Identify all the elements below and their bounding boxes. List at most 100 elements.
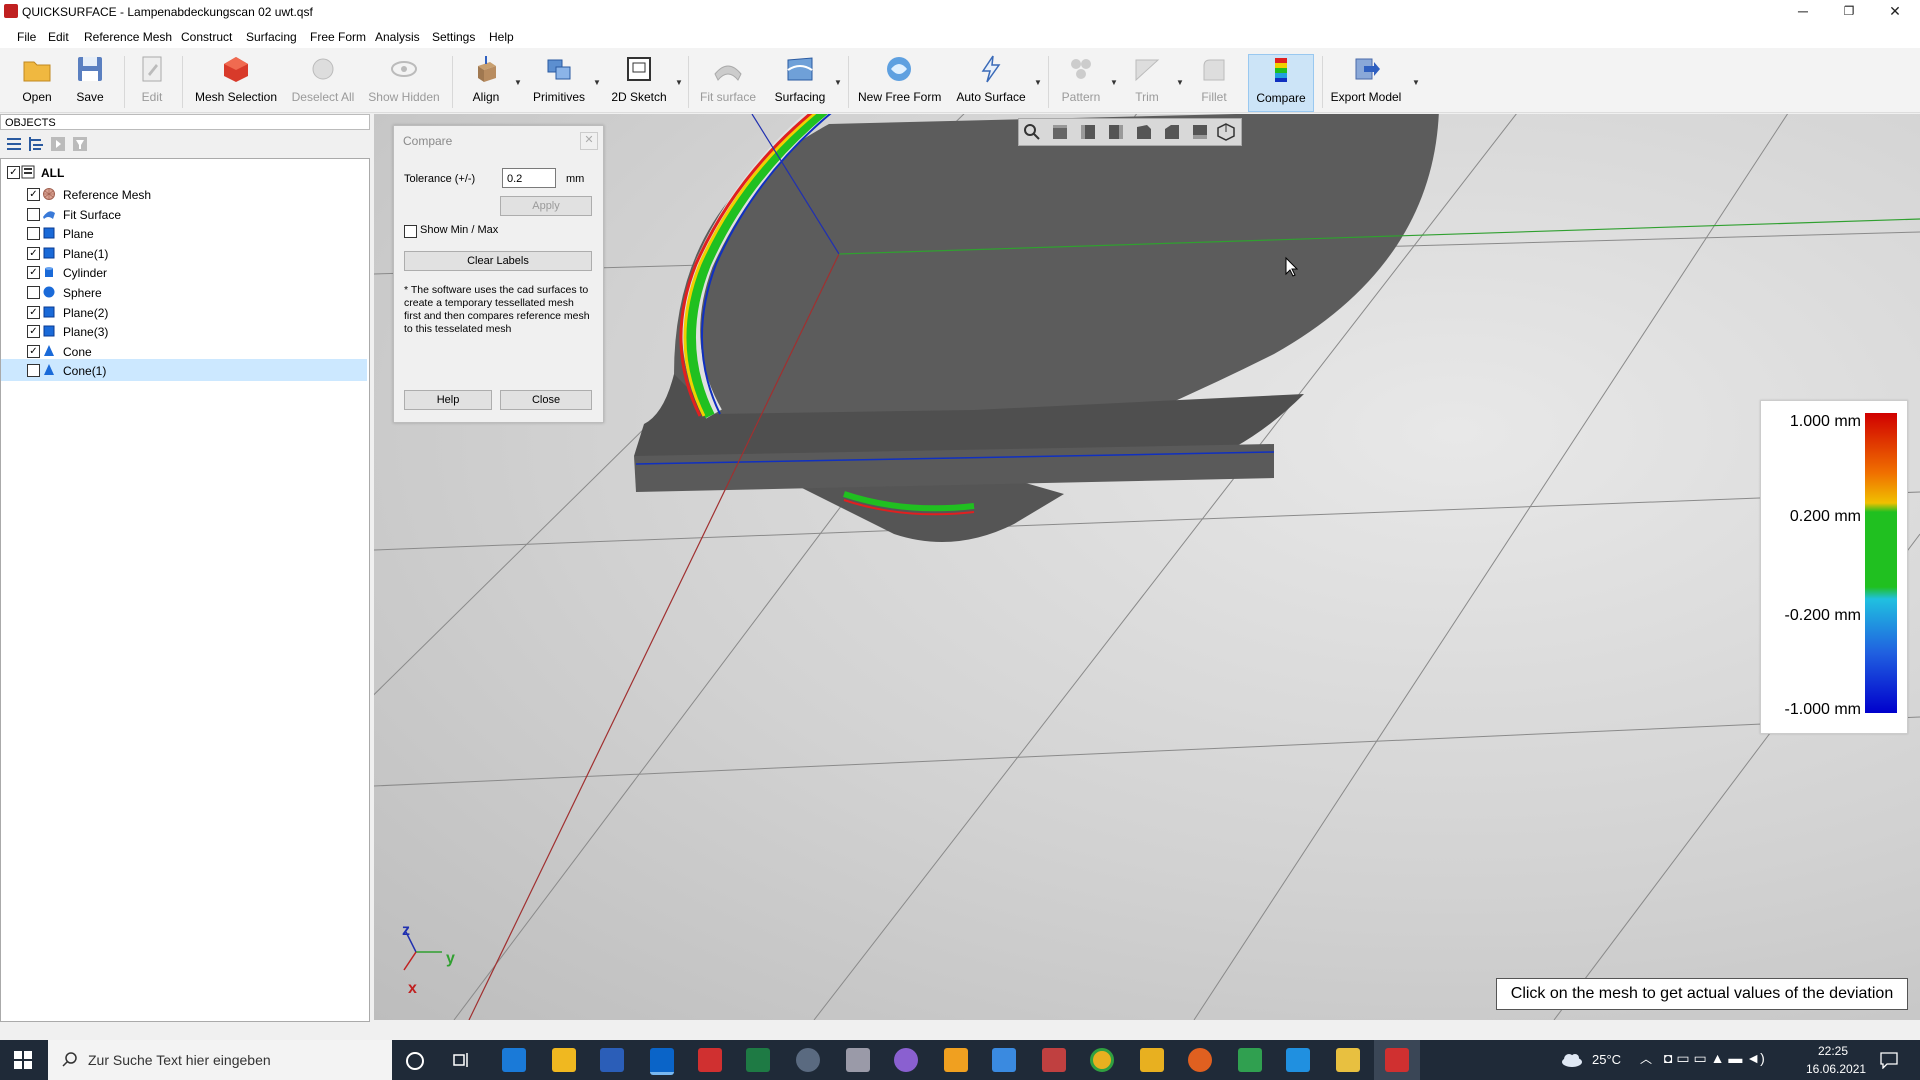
fillet-button[interactable]: Fillet [1192,54,1236,110]
clear-labels-button[interactable]: Clear Labels [404,251,592,271]
file-explorer-icon[interactable] [1140,1048,1164,1072]
trim-button[interactable]: Trim [1126,54,1168,110]
menu-analysis[interactable]: Analysis [375,30,420,44]
menu-edit[interactable]: Edit [48,30,69,44]
visibility-checkbox[interactable]: ✓ [27,246,40,260]
taskbar-app-icon[interactable] [502,1048,526,1072]
export-model-button[interactable]: Export Model [1330,54,1402,110]
align-button[interactable]: Align [462,54,510,110]
scene-canvas[interactable] [374,114,1920,1020]
visibility-checkbox[interactable] [27,207,40,221]
task-view-icon[interactable] [452,1051,470,1069]
view-iso-icon[interactable] [1217,123,1235,141]
taskbar-app-icon[interactable] [944,1048,968,1072]
taskbar-app-icon[interactable] [1042,1048,1066,1072]
apply-button[interactable]: Apply [500,196,592,216]
tree-root-all[interactable]: ✓ ALL [1,161,367,183]
primitives-dropdown-arrow[interactable]: ▼ [593,78,601,87]
view-front-icon[interactable] [1051,123,1069,141]
menu-surfacing[interactable]: Surfacing [246,30,297,44]
visibility-checkbox[interactable]: ✓ [27,266,40,280]
open-button[interactable]: Open [14,54,60,110]
close-dialog-button[interactable]: Close [500,390,592,410]
visibility-checkbox[interactable]: ✓ [27,188,40,201]
surfacing-dropdown-arrow[interactable]: ▼ [834,78,842,87]
dialog-close-icon[interactable]: ✕ [580,132,598,150]
taskbar-app-icon[interactable] [992,1048,1016,1072]
align-dropdown-arrow[interactable]: ▼ [514,78,522,87]
3d-viewport[interactable]: z y x [374,114,1920,1020]
menu-file[interactable]: File [17,30,36,44]
fit-surface-button[interactable]: Fit surface [698,54,758,110]
excel-icon[interactable] [746,1048,770,1072]
sketch-dropdown-arrow[interactable]: ▼ [675,78,683,87]
root-checkbox[interactable]: ✓ [7,166,20,179]
tree-view-icon[interactable] [28,136,44,152]
auto-surface-dropdown-arrow[interactable]: ▼ [1034,78,1042,87]
tray-chevron-icon[interactable]: ︿ [1640,1050,1652,1067]
visibility-checkbox[interactable] [27,227,40,241]
taskbar-app-icon[interactable] [552,1048,576,1072]
mesh-selection-button[interactable]: Mesh Selection [192,54,280,110]
quicksurface-taskbar-button[interactable] [1374,1040,1420,1080]
windows-start-icon[interactable] [14,1051,32,1069]
view-top-icon[interactable] [1163,123,1181,141]
filter-icon[interactable] [72,136,88,152]
trim-dropdown-arrow[interactable]: ▼ [1176,78,1184,87]
expand-icon[interactable] [50,136,66,152]
show-hidden-button[interactable]: Show Hidden [366,54,442,110]
restore-button[interactable]: ❐ [1826,0,1872,24]
edit-button[interactable]: Edit [130,54,174,110]
menu-settings[interactable]: Settings [432,30,475,44]
new-free-form-button[interactable]: New Free Form [858,54,941,110]
pattern-dropdown-arrow[interactable]: ▼ [1110,78,1118,87]
surfacing-button[interactable]: Surfacing [772,54,828,110]
taskbar-app-icon[interactable] [796,1048,820,1072]
pattern-button[interactable]: Pattern [1058,54,1104,110]
notifications-icon[interactable] [1880,1051,1898,1069]
visibility-checkbox[interactable]: ✓ [27,305,40,319]
help-button[interactable]: Help [404,390,492,410]
menu-help[interactable]: Help [489,30,514,44]
reference-mesh[interactable] [634,114,1439,542]
tolerance-input[interactable]: 0.2 [502,168,556,188]
visibility-checkbox[interactable]: ✓ [27,344,40,358]
export-dropdown-arrow[interactable]: ▼ [1412,78,1420,87]
cortana-icon[interactable] [406,1052,424,1070]
primitives-button[interactable]: Primitives [530,54,588,110]
compare-button[interactable]: Compare [1248,54,1314,112]
taskbar-app-icon[interactable] [846,1048,870,1072]
save-button[interactable]: Save [68,54,112,110]
view-back-icon[interactable] [1079,123,1097,141]
deselect-all-button[interactable]: Deselect All [288,54,358,110]
taskbar-app-icon[interactable] [1336,1048,1360,1072]
taskbar-app-icon[interactable] [1188,1048,1212,1072]
weather-temperature[interactable]: 25°C [1592,1052,1621,1067]
clock-date[interactable]: 16.06.2021 [1806,1062,1866,1076]
view-bottom-icon[interactable] [1191,123,1209,141]
close-window-button[interactable]: ✕ [1872,0,1918,24]
visibility-checkbox[interactable] [27,364,40,378]
clock-time[interactable]: 22:25 [1818,1044,1848,1058]
visibility-checkbox[interactable]: ✓ [27,325,40,339]
taskbar-app-icon[interactable] [894,1048,918,1072]
list-view-icon[interactable] [6,136,22,152]
show-min-max-checkbox[interactable] [404,225,417,238]
view-right-icon[interactable] [1135,123,1153,141]
taskbar-app-icon[interactable] [1286,1048,1310,1072]
view-left-icon[interactable] [1107,123,1125,141]
taskbar-app-icon[interactable] [698,1048,722,1072]
auto-surface-button[interactable]: Auto Surface [954,54,1028,110]
menu-reference-mesh[interactable]: Reference Mesh [84,30,172,44]
minimize-button[interactable]: ─ [1780,0,1826,24]
menu-free-form[interactable]: Free Form [310,30,366,44]
2d-sketch-button[interactable]: 2D Sketch [610,54,668,110]
menu-construct[interactable]: Construct [181,30,232,44]
visibility-checkbox[interactable] [27,286,40,299]
chrome-icon[interactable] [1090,1048,1114,1072]
outlook-icon[interactable] [650,1048,674,1075]
taskbar-app-icon[interactable] [1238,1048,1262,1072]
tree-item[interactable]: Cone(1) [1,359,367,382]
tray-icons[interactable]: ◘ ▭ ▭ ▲ ▬ ◄) [1664,1050,1765,1067]
word-icon[interactable] [600,1048,624,1072]
